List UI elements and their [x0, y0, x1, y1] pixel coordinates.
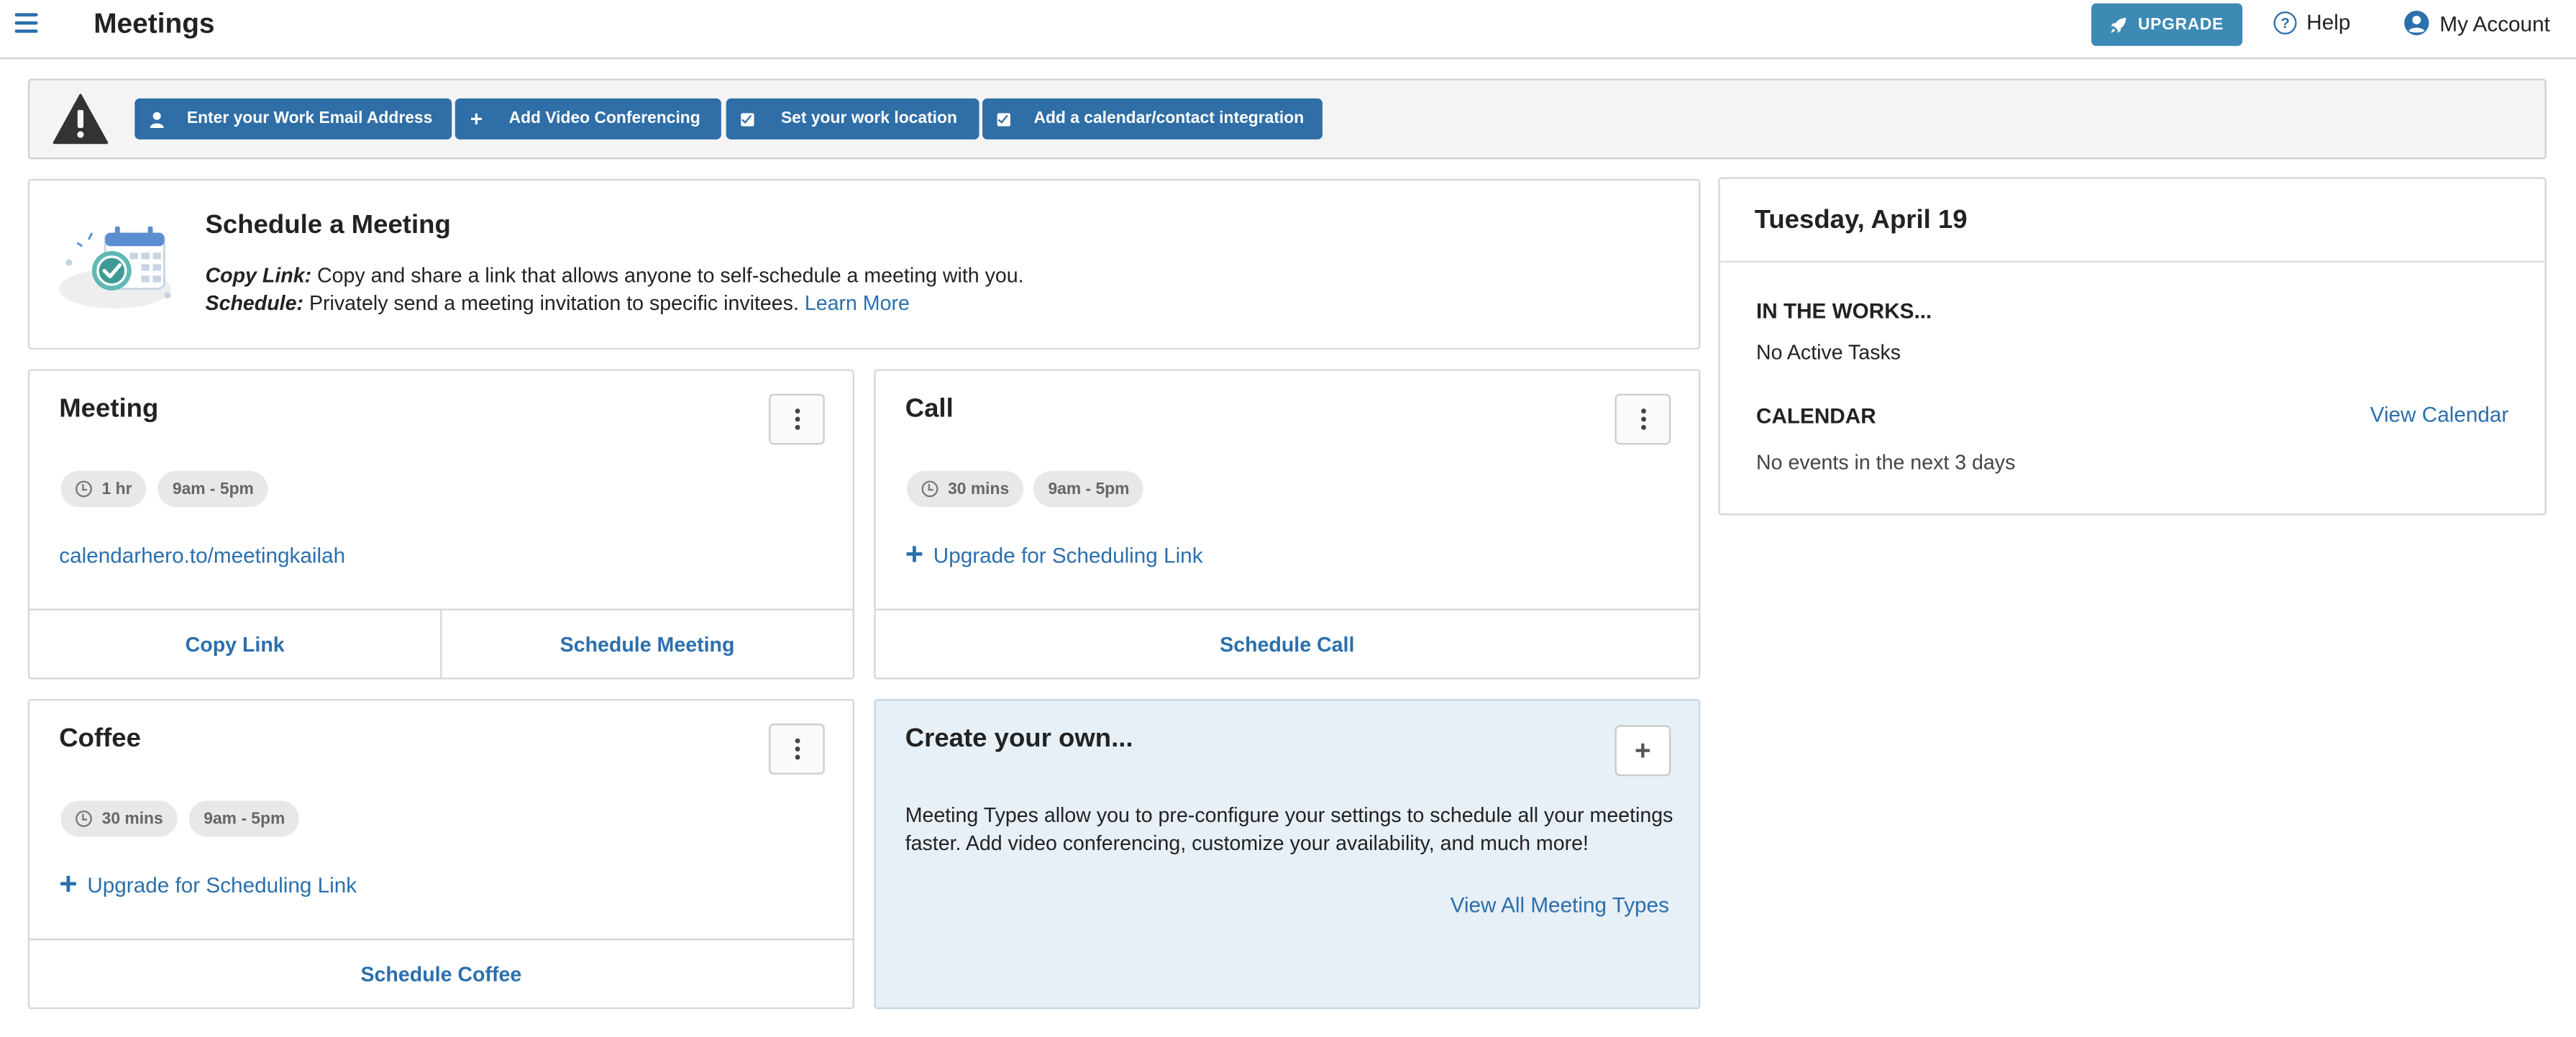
- meeting-type-card-meeting: Meeting 1 hr 9am - 5pm calendarhero.to/m…: [27, 369, 854, 680]
- clock-icon: [76, 810, 92, 827]
- duration-badge: 30 mins: [906, 470, 1024, 508]
- upgrade-label: UPGRADE: [2138, 15, 2224, 34]
- add-meeting-type-button[interactable]: +: [1614, 725, 1671, 777]
- active-tasks-text: No Active Tasks: [1756, 341, 1901, 365]
- copy-link-button[interactable]: Copy Link: [29, 611, 440, 678]
- calendar-illustration-icon: [59, 226, 171, 309]
- enter-work-email-label: Enter your Work Email Address: [186, 109, 433, 128]
- clock-icon: [921, 480, 938, 498]
- upgrade-scheduling-link[interactable]: + Upgrade for Scheduling Link: [59, 867, 357, 903]
- hours-badge: 9am - 5pm: [1033, 470, 1145, 508]
- scheduling-link[interactable]: calendarhero.to/meetingkailah: [59, 543, 345, 567]
- create-your-own-title: Create your own...: [905, 725, 1133, 754]
- agenda-date: Tuesday, April 19: [1754, 206, 1968, 235]
- schedule-meeting-button[interactable]: Schedule Meeting: [440, 610, 852, 678]
- copy-link-description: Copy Link: Copy and share a link that al…: [206, 264, 1024, 287]
- add-video-conferencing-label: Add Video Conferencing: [508, 109, 700, 128]
- scheduling-link-text: calendarhero.to/meetingkailah: [59, 543, 346, 568]
- hours-text: 9am - 5pm: [1048, 480, 1130, 498]
- plus-icon: +: [470, 106, 483, 132]
- meeting-type-card-coffee: Coffee 30 mins 9am - 5pm + Upgrade for S…: [27, 698, 854, 1010]
- meeting-type-title: Meeting: [59, 395, 159, 424]
- set-work-location-button[interactable]: Set your work location: [726, 98, 979, 140]
- rocket-icon: [2111, 17, 2127, 32]
- page-title: Meetings: [93, 8, 215, 40]
- hours-text: 9am - 5pm: [204, 809, 286, 828]
- plus-icon: +: [59, 867, 78, 903]
- checkbox-icon: [995, 111, 1012, 127]
- schedule-meeting-card: Schedule a Meeting Copy Link: Copy and s…: [27, 178, 1701, 350]
- schedule-coffee-button[interactable]: Schedule Coffee: [29, 940, 852, 1008]
- learn-more-link[interactable]: Learn More: [805, 292, 910, 315]
- upgrade-button[interactable]: UPGRADE: [2091, 3, 2243, 46]
- duration-text: 30 mins: [101, 809, 163, 828]
- duration-badge: 1 hr: [60, 470, 147, 508]
- meeting-type-title: Call: [905, 395, 954, 424]
- schedule-description: Schedule: Privately send a meeting invit…: [206, 292, 910, 315]
- view-calendar-link[interactable]: View Calendar: [2370, 402, 2509, 426]
- in-the-works-heading: IN THE WORKS...: [1756, 298, 1932, 324]
- card-actions: Copy Link Schedule Meeting: [29, 608, 853, 678]
- hours-badge: 9am - 5pm: [157, 470, 269, 508]
- set-work-location-label: Set your work location: [780, 109, 957, 128]
- plus-icon: +: [1635, 734, 1651, 766]
- copy-link-text: Copy and share a link that allows anyone…: [311, 264, 1024, 288]
- copy-link-term: Copy Link:: [205, 264, 312, 288]
- agenda-panel: Tuesday, April 19 IN THE WORKS... No Act…: [1718, 177, 2547, 516]
- plus-icon: +: [905, 538, 924, 573]
- meeting-type-title: Coffee: [59, 725, 141, 754]
- schedule-text: Privately send a meeting invitation to s…: [303, 292, 805, 316]
- duration-text: 30 mins: [948, 480, 1010, 498]
- upgrade-link-text: Upgrade for Scheduling Link: [933, 543, 1203, 568]
- hamburger-menu-icon[interactable]: [14, 13, 38, 36]
- meeting-type-card-call: Call 30 mins 9am - 5pm + Upgrade for Sch…: [874, 369, 1701, 680]
- user-icon: [148, 111, 165, 127]
- create-your-own-description: Meeting Types allow you to pre-configure…: [905, 803, 1673, 855]
- card-actions: Schedule Call: [875, 608, 1699, 678]
- help-icon: ?: [2273, 10, 2297, 34]
- account-label: My Account: [2439, 10, 2550, 36]
- agenda-header: Tuesday, April 19: [1719, 179, 2545, 263]
- upgrade-link-text: Upgrade for Scheduling Link: [87, 872, 357, 898]
- calendar-events-text: No events in the next 3 days: [1756, 451, 2016, 475]
- view-all-meeting-types-link[interactable]: View All Meeting Types: [1451, 892, 1669, 917]
- add-video-conferencing-button[interactable]: + Add Video Conferencing: [455, 98, 721, 140]
- top-bar: Meetings UPGRADE ? Help My Account: [0, 0, 2576, 60]
- clock-icon: [76, 480, 92, 498]
- add-calendar-integration-label: Add a calendar/contact integration: [1033, 109, 1305, 128]
- help-label: Help: [2306, 9, 2351, 35]
- upgrade-scheduling-link[interactable]: + Upgrade for Scheduling Link: [905, 538, 1203, 573]
- add-calendar-integration-button[interactable]: Add a calendar/contact integration: [982, 98, 1323, 140]
- more-options-icon[interactable]: [769, 393, 825, 445]
- setup-alert-banner: Enter your Work Email Address + Add Vide…: [27, 78, 2547, 160]
- help-link[interactable]: ? Help: [2273, 9, 2351, 35]
- hours-badge: 9am - 5pm: [188, 800, 300, 837]
- card-actions: Schedule Coffee: [29, 938, 853, 1008]
- my-account-link[interactable]: My Account: [2403, 10, 2550, 37]
- create-meeting-type-card: Create your own... + Meeting Types allow…: [874, 698, 1701, 1010]
- enter-work-email-button[interactable]: Enter your Work Email Address: [134, 98, 452, 140]
- more-options-icon[interactable]: [769, 723, 825, 775]
- calendar-heading: CALENDAR: [1756, 403, 1876, 429]
- account-icon: [2404, 10, 2429, 36]
- checkbox-icon: [739, 111, 756, 127]
- warning-icon: [52, 93, 109, 145]
- duration-text: 1 hr: [101, 480, 132, 498]
- hours-text: 9am - 5pm: [172, 480, 254, 498]
- schedule-term: Schedule:: [205, 292, 304, 316]
- page: Meetings UPGRADE ? Help My Account Enter…: [0, 0, 2576, 1037]
- schedule-call-button[interactable]: Schedule Call: [876, 611, 1699, 678]
- schedule-meeting-title: Schedule a Meeting: [205, 211, 451, 240]
- more-options-icon[interactable]: [1614, 393, 1671, 445]
- duration-badge: 30 mins: [60, 800, 178, 837]
